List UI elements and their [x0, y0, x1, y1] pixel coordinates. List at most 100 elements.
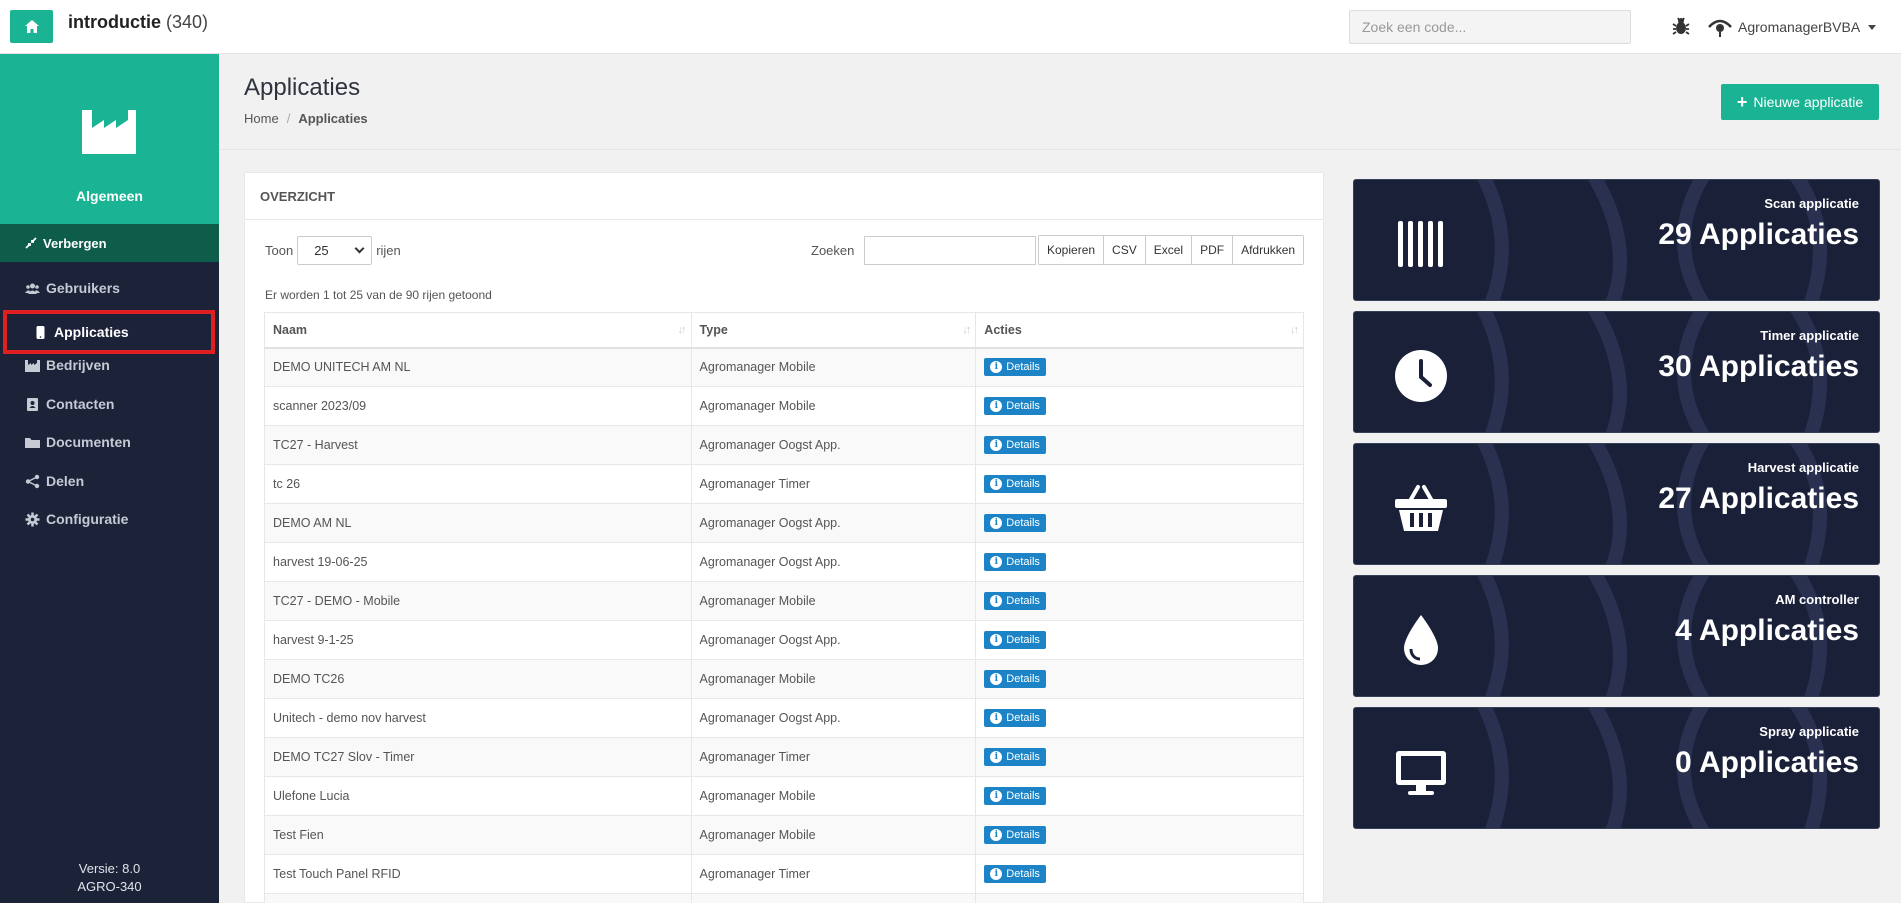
rows-label: rijen — [376, 243, 401, 258]
page-title: Applicaties — [244, 74, 361, 101]
table-search: Zoeken — [811, 236, 1037, 265]
page-length-select[interactable]: 25 — [297, 236, 373, 265]
cell-type: Agromanager Mobile — [690, 386, 977, 426]
bug-icon[interactable] — [1670, 15, 1692, 37]
page-header: Applicaties Home / Applicaties + Nieuwe ap… — [219, 54, 1901, 150]
print-button[interactable]: Afdrukken — [1232, 236, 1304, 264]
column-header-acties[interactable]: Acties ↓↑ — [975, 312, 1304, 349]
sidebar-item-bedrijven[interactable]: Bedrijven — [0, 345, 219, 385]
csv-button[interactable]: CSV — [1103, 236, 1145, 264]
factory-icon — [82, 110, 136, 154]
cell-naam: DEMO AM NL — [264, 503, 692, 543]
details-button[interactable]: i Details — [984, 397, 1046, 415]
details-button[interactable]: i Details — [984, 709, 1046, 727]
info-icon: i — [990, 712, 1003, 724]
sidebar-item-label: Applicaties — [54, 324, 129, 340]
column-header-label: Type — [699, 322, 728, 337]
card-label: Timer applicatie — [1760, 328, 1859, 343]
cell-naam: TC27 - Harvest — [264, 425, 692, 465]
plus-icon: + — [1736, 92, 1748, 112]
stat-card[interactable]: Timer applicatie 30 Applicaties — [1353, 311, 1880, 433]
cell-acties: iDetails — [975, 737, 1304, 777]
table-row: Unitech - demo nov harvest Agromanager Oo… — [264, 698, 1304, 738]
sidebar-item-delen[interactable]: Delen — [0, 461, 219, 501]
details-label: Details — [1006, 751, 1040, 763]
column-header-label: Acties — [984, 322, 1022, 337]
details-label: Details — [1006, 868, 1040, 880]
cell-acties: iDetails — [975, 776, 1304, 816]
details-button[interactable]: i Details — [984, 748, 1046, 766]
stat-card[interactable]: Harvest applicatie 27 Applicaties — [1353, 443, 1880, 565]
column-header-type[interactable]: Type ↓↑ — [690, 312, 977, 349]
table-row: TC27 - DEMO - Mobile Agromanager Mobile i D… — [264, 581, 1304, 621]
new-application-button[interactable]: + Nieuwe applicatie — [1721, 84, 1879, 120]
export-buttons: Kopieren CSV Excel PDF Afdrukken — [1038, 235, 1305, 265]
info-icon: i — [990, 634, 1003, 646]
account-menu[interactable]: AgromanagerBVBA — [1707, 16, 1877, 38]
details-button[interactable]: i Details — [984, 865, 1046, 883]
cell-acties: iDetails — [975, 659, 1304, 699]
basket-icon — [1395, 485, 1447, 531]
sidebar-item-documenten[interactable]: Documenten — [0, 422, 219, 462]
column-header-naam[interactable]: Naam ↓↑ — [264, 312, 692, 349]
info-icon: i — [990, 829, 1003, 841]
table-row: DEMO TC27 Slov - Timer Agromanager Timer i… — [264, 737, 1304, 777]
details-button[interactable]: i Details — [984, 436, 1046, 454]
cell-naam: DEMO UNITECH AM NL — [264, 347, 692, 387]
sidebar-hide-button[interactable]: Verbergen — [0, 224, 219, 262]
info-icon: i — [990, 439, 1003, 451]
folder-icon — [25, 437, 40, 448]
cell-naam: DEMO TC27 Slov - Timer — [264, 737, 692, 777]
table-search-input[interactable] — [864, 236, 1037, 265]
cell-acties: iDetails — [975, 542, 1304, 582]
column-header-label: Naam — [273, 322, 308, 337]
details-label: Details — [1006, 361, 1040, 374]
card-value: 30 Applicaties — [1658, 350, 1859, 383]
cell-naam: tc 26 — [264, 464, 692, 504]
cell-acties: iDetails — [975, 386, 1304, 426]
details-label: Details — [1006, 517, 1040, 529]
info-icon: i — [990, 400, 1003, 412]
cell-naam — [264, 893, 692, 903]
details-button[interactable]: i Details — [984, 514, 1046, 532]
app-name: introductie — [68, 12, 161, 32]
cell-type: Agromanager Timer — [690, 464, 977, 504]
cell-type: Agromanager Oogst App. — [690, 698, 977, 738]
details-label: Details — [1006, 400, 1040, 412]
sidebar-item-contacten[interactable]: Contacten — [0, 384, 219, 424]
details-button[interactable]: i Details — [984, 358, 1046, 377]
details-button[interactable]: i Details — [984, 553, 1046, 571]
address-book-icon — [27, 397, 38, 411]
stat-card[interactable]: AM controller 4 Applicaties — [1353, 575, 1880, 697]
details-button[interactable]: i Details — [984, 631, 1046, 649]
breadcrumb-home[interactable]: Home — [244, 111, 279, 126]
excel-button[interactable]: Excel — [1144, 236, 1192, 264]
stat-card[interactable]: Scan applicatie 29 Applicaties — [1353, 179, 1880, 301]
droplet-icon — [1404, 615, 1438, 665]
details-button[interactable]: i Details — [984, 787, 1046, 805]
info-icon: i — [990, 595, 1003, 607]
code-search-input[interactable] — [1349, 10, 1631, 44]
details-button[interactable]: i Details — [984, 670, 1046, 688]
details-button[interactable]: i Details — [984, 826, 1046, 844]
table-row: iDetails — [264, 893, 1304, 903]
clock-icon — [1395, 350, 1447, 402]
cell-naam: harvest 9-1-25 — [264, 620, 692, 660]
table-row: tc 26 Agromanager Timer i Details — [264, 464, 1304, 504]
copy-button[interactable]: Kopieren — [1039, 236, 1104, 264]
info-icon: i — [990, 868, 1003, 880]
cell-type: Agromanager Oogst App. — [690, 542, 977, 582]
details-button[interactable]: i Details — [984, 475, 1046, 493]
cell-acties: iDetails — [975, 347, 1304, 387]
card-value: 27 Applicaties — [1658, 482, 1859, 515]
stat-card[interactable]: Spray applicatie 0 Applicaties — [1353, 707, 1880, 829]
sidebar-item-gebruikers[interactable]: Gebruikers — [0, 268, 219, 308]
home-button[interactable] — [10, 10, 53, 43]
sidebar-item-configuratie[interactable]: Configuratie — [0, 499, 219, 539]
details-button[interactable]: i Details — [984, 592, 1046, 610]
table-row: harvest 19-06-25 Agromanager Oogst App. i D… — [264, 542, 1304, 582]
pdf-button[interactable]: PDF — [1191, 236, 1233, 264]
top-bar: introductie (340) AgromanagerBVBA — [0, 0, 1901, 54]
sidebar-header-label: Algemeen — [76, 188, 143, 204]
table-row: DEMO UNITECH AM NL Agromanager Mobile i Det… — [264, 347, 1304, 387]
